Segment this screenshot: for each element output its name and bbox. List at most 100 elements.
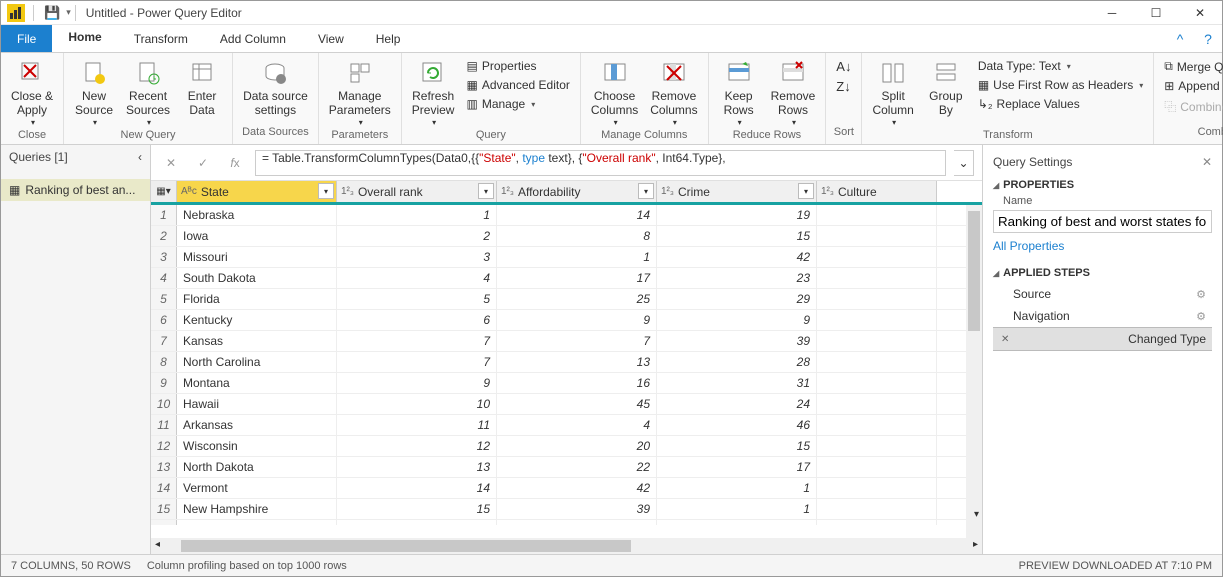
sort-desc-button[interactable]: Z↓ (832, 77, 855, 96)
applied-steps-header[interactable]: APPLIED STEPS (993, 267, 1212, 279)
cell-culture[interactable] (817, 310, 937, 330)
cell-state[interactable]: Hawaii (177, 394, 337, 414)
cell-culture[interactable] (817, 247, 937, 267)
tab-home[interactable]: Home (52, 25, 117, 52)
cell-crime[interactable]: 15 (657, 436, 817, 456)
cell-rank[interactable] (337, 520, 497, 525)
cell-crime[interactable]: 28 (657, 352, 817, 372)
cell-culture[interactable] (817, 394, 937, 414)
cell-state[interactable]: New Hampshire (177, 499, 337, 519)
save-icon[interactable]: 💾 (44, 5, 60, 21)
cell-culture[interactable] (817, 457, 937, 477)
horizontal-scrollbar[interactable]: ◂ ▸ (151, 538, 982, 554)
close-settings-icon[interactable]: ✕ (1202, 155, 1212, 169)
formula-input[interactable]: = Table.TransformColumnTypes(Data0,{{"St… (255, 150, 946, 176)
query-item[interactable]: ▦ Ranking of best an... (1, 179, 150, 201)
manage-button[interactable]: ▥Manage (462, 95, 573, 113)
tab-view[interactable]: View (302, 25, 360, 52)
group-by-button[interactable]: Group By (922, 57, 970, 120)
scroll-left-icon[interactable]: ◂ (155, 539, 160, 550)
minimize-button[interactable]: ─ (1090, 1, 1134, 25)
table-row[interactable]: 3Missouri3142 (151, 247, 982, 268)
tab-help[interactable]: Help (360, 25, 417, 52)
data-source-settings-button[interactable]: Data source settings (239, 57, 312, 120)
cell-crime[interactable]: 46 (657, 415, 817, 435)
all-properties-link[interactable]: All Properties (993, 239, 1064, 253)
cell-crime[interactable]: 31 (657, 373, 817, 393)
cell-rank[interactable]: 10 (337, 394, 497, 414)
gear-icon[interactable]: ⚙ (1196, 288, 1206, 301)
tab-file[interactable]: File (1, 25, 52, 52)
help-icon[interactable]: ? (1194, 25, 1222, 52)
cell-crime[interactable]: 39 (657, 331, 817, 351)
column-header-crime[interactable]: 1²₃Crime▾ (657, 181, 817, 202)
scroll-down-icon[interactable]: ▾ (974, 509, 979, 520)
replace-values-button[interactable]: ↳₂Replace Values (974, 95, 1147, 113)
column-header-rank[interactable]: 1²₃Overall rank▾ (337, 181, 497, 202)
query-name-input[interactable] (993, 210, 1212, 233)
advanced-editor-button[interactable]: ▦Advanced Editor (462, 76, 573, 94)
table-row[interactable]: 15New Hampshire15391 (151, 499, 982, 520)
cell-crime[interactable] (657, 520, 817, 525)
cell-affordability[interactable]: 42 (497, 478, 657, 498)
cell-rank[interactable]: 3 (337, 247, 497, 267)
table-row[interactable]: 5Florida52529 (151, 289, 982, 310)
cell-rank[interactable]: 13 (337, 457, 497, 477)
cell-culture[interactable] (817, 478, 937, 498)
cell-culture[interactable] (817, 436, 937, 456)
cell-affordability[interactable]: 25 (497, 289, 657, 309)
cell-culture[interactable] (817, 205, 937, 225)
collapse-queries-icon[interactable]: ‹ (138, 150, 142, 164)
cell-state[interactable]: Iowa (177, 226, 337, 246)
choose-columns-button[interactable]: Choose Columns▾ (587, 57, 642, 129)
qat-chevron[interactable]: ▾ (66, 7, 71, 18)
cell-affordability[interactable]: 17 (497, 268, 657, 288)
cell-culture[interactable] (817, 226, 937, 246)
step-source[interactable]: Source⚙ (993, 283, 1212, 305)
gear-icon[interactable]: ⚙ (1196, 310, 1206, 323)
cell-affordability[interactable]: 16 (497, 373, 657, 393)
column-header-culture[interactable]: 1²₃Culture (817, 181, 937, 202)
table-row[interactable]: 9Montana91631 (151, 373, 982, 394)
recent-sources-button[interactable]: Recent Sources▾ (122, 57, 174, 129)
expand-formula-icon[interactable]: ⌄ (954, 150, 974, 176)
scroll-right-icon[interactable]: ▸ (973, 539, 978, 550)
remove-rows-button[interactable]: Remove Rows▾ (767, 57, 820, 129)
cell-state[interactable]: Montana (177, 373, 337, 393)
merge-queries-button[interactable]: ⧉Merge Queries (1160, 57, 1223, 76)
cell-rank[interactable]: 6 (337, 310, 497, 330)
cell-crime[interactable]: 23 (657, 268, 817, 288)
table-row[interactable]: 13North Dakota132217 (151, 457, 982, 478)
refresh-preview-button[interactable]: Refresh Preview▾ (408, 57, 459, 129)
data-type-button[interactable]: Data Type: Text (974, 57, 1147, 75)
close-button[interactable]: ✕ (1178, 1, 1222, 25)
cell-rank[interactable]: 5 (337, 289, 497, 309)
table-row[interactable]: 8North Carolina71328 (151, 352, 982, 373)
cell-rank[interactable]: 2 (337, 226, 497, 246)
step-changed-type[interactable]: Changed Type (993, 327, 1212, 351)
cell-crime[interactable]: 24 (657, 394, 817, 414)
keep-rows-button[interactable]: Keep Rows▾ (715, 57, 763, 129)
first-row-headers-button[interactable]: ▦Use First Row as Headers (974, 76, 1147, 94)
maximize-button[interactable]: ☐ (1134, 1, 1178, 25)
cell-state[interactable]: Nebraska (177, 205, 337, 225)
table-row[interactable]: 10Hawaii104524 (151, 394, 982, 415)
column-header-state[interactable]: AᴮcState▾ (177, 181, 337, 202)
cell-affordability[interactable]: 14 (497, 205, 657, 225)
cell-state[interactable]: Wisconsin (177, 436, 337, 456)
cell-culture[interactable] (817, 352, 937, 372)
cell-affordability[interactable]: 22 (497, 457, 657, 477)
enter-data-button[interactable]: Enter Data (178, 57, 226, 120)
remove-columns-button[interactable]: Remove Columns▾ (646, 57, 701, 129)
cell-affordability[interactable]: 13 (497, 352, 657, 372)
cell-crime[interactable]: 9 (657, 310, 817, 330)
cell-crime[interactable]: 1 (657, 478, 817, 498)
cell-state[interactable]: Kansas (177, 331, 337, 351)
table-row[interactable]: 1Nebraska11419 (151, 205, 982, 226)
cell-affordability[interactable]: 20 (497, 436, 657, 456)
cell-rank[interactable]: 12 (337, 436, 497, 456)
cell-rank[interactable]: 1 (337, 205, 497, 225)
cell-culture[interactable] (817, 268, 937, 288)
cell-rank[interactable]: 11 (337, 415, 497, 435)
cell-state[interactable] (177, 520, 337, 525)
